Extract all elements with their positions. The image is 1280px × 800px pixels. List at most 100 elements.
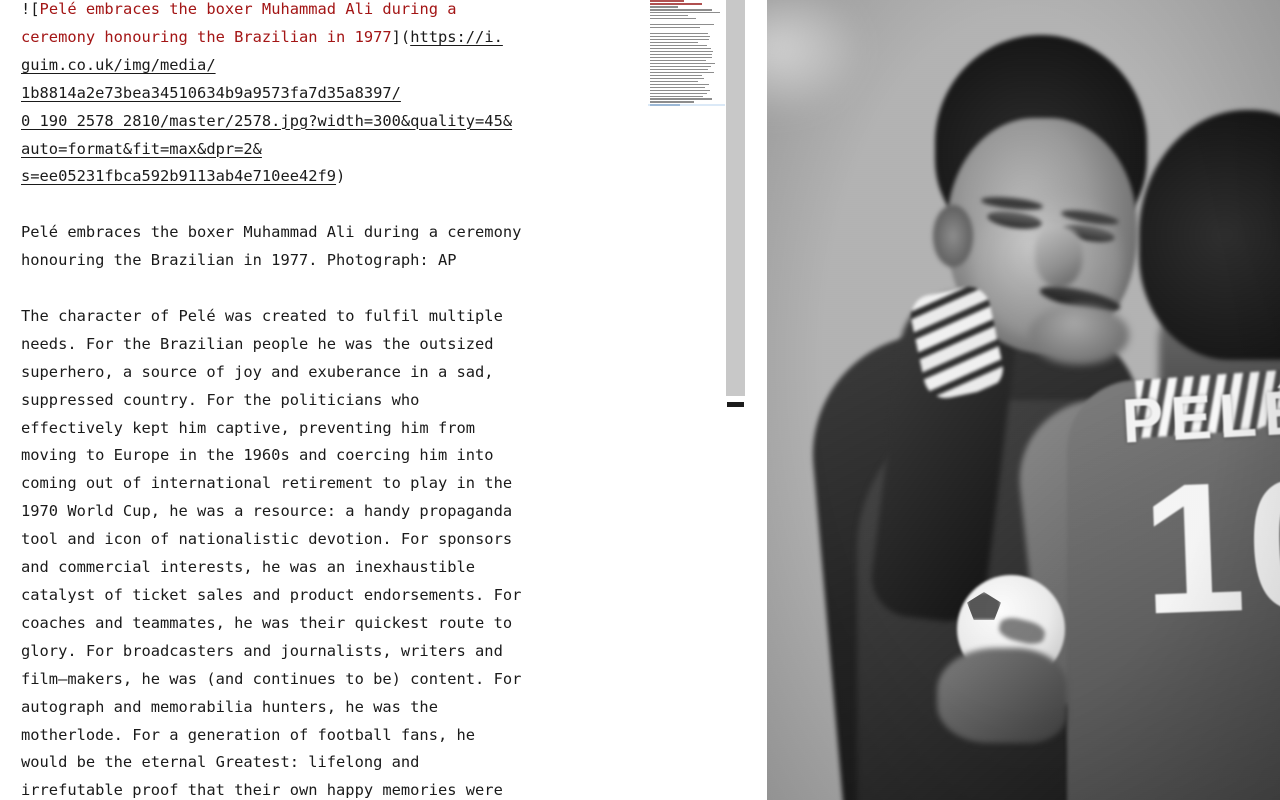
markdown-syntax: ](: [391, 27, 411, 46]
minimap-row[interactable]: [648, 2, 725, 5]
editor-line[interactable]: 1970 World Cup, he was a resource: a han…: [21, 498, 641, 526]
minimap-row[interactable]: [648, 50, 725, 53]
minimap-row[interactable]: [648, 86, 725, 89]
paragraph-text: autograph and memorabilia hunters, he wa…: [21, 697, 438, 716]
minimap-row[interactable]: [648, 26, 725, 29]
editor-line[interactable]: s=ee05231fbca592b9113ab4e710ee42f9): [21, 163, 641, 191]
paragraph-text: catalyst of ticket sales and product end…: [21, 586, 522, 604]
paragraph-text: tool and icon of nationalistic devotion.…: [21, 530, 513, 549]
minimap-row[interactable]: [648, 80, 725, 83]
minimap-row[interactable]: [648, 11, 725, 14]
minimap-line: [650, 98, 712, 101]
editor-line[interactable]: The character of Pelé was created to ful…: [21, 303, 641, 331]
minimap-row[interactable]: [648, 71, 725, 74]
paragraph-text: needs. For the Brazilian people he was t…: [21, 334, 494, 353]
editor-line[interactable]: irrefutable proof that their own happy m…: [21, 777, 641, 800]
editor-line[interactable]: coaches and teammates, he was their quic…: [21, 610, 641, 638]
markdown-url[interactable]: s=ee05231fbca592b9113ab4e710ee42f9: [21, 167, 336, 185]
markdown-link-label: ceremony honouring the Brazilian in 1977: [21, 27, 392, 46]
minimap-row[interactable]: [648, 41, 725, 44]
editor-line[interactable]: 0_190_2578_2810/master/2578.jpg?width=30…: [21, 108, 641, 136]
scrollbar-position-marker[interactable]: [727, 402, 744, 407]
minimap-line: [650, 104, 680, 106]
editor-line[interactable]: ![Pelé embraces the boxer Muhammad Ali d…: [21, 0, 641, 24]
editor-line[interactable]: honouring the Brazilian in 1977. Photogr…: [21, 247, 641, 275]
markdown-editor-pane[interactable]: ![Pelé embraces the boxer Muhammad Ali d…: [0, 0, 648, 800]
minimap-row[interactable]: [648, 38, 725, 41]
minimap-row[interactable]: [648, 32, 725, 35]
editor-line[interactable]: and commercial interests, he was an inex…: [21, 554, 641, 582]
minimap-row[interactable]: [648, 56, 725, 59]
editor-line[interactable]: needs. For the Brazilian people he was t…: [21, 331, 641, 359]
editor-line[interactable]: auto=format&fit=max&dpr=2&: [21, 136, 641, 164]
minimap-line: [650, 35, 710, 38]
markdown-url[interactable]: https://i.: [410, 28, 503, 46]
markdown-url[interactable]: auto=format&fit=max&dpr=2&: [21, 140, 262, 158]
app-root: ![Pelé embraces the boxer Muhammad Ali d…: [0, 0, 1280, 800]
minimap-row[interactable]: [648, 23, 725, 26]
editor-vertical-scrollbar[interactable]: [726, 0, 745, 800]
minimap-row[interactable]: [648, 35, 725, 38]
hand-holding-football: [937, 648, 1067, 743]
minimap-row[interactable]: [648, 0, 725, 2]
editor-line[interactable]: superhero, a source of joy and exuberanc…: [21, 359, 641, 387]
minimap-row[interactable]: [648, 101, 725, 104]
editor-line[interactable]: catalyst of ticket sales and product end…: [21, 582, 641, 610]
paragraph-text: film—makers, he was (and continues to be…: [21, 669, 522, 688]
minimap-row[interactable]: [648, 74, 725, 77]
minimap-row[interactable]: [648, 53, 725, 56]
minimap-row[interactable]: [648, 92, 725, 95]
editor-line[interactable]: autograph and memorabilia hunters, he wa…: [21, 694, 641, 722]
editor-line[interactable]: film—makers, he was (and continues to be…: [21, 666, 641, 694]
editor-line[interactable]: Pelé embraces the boxer Muhammad Ali dur…: [21, 219, 641, 247]
minimap-line: [650, 5, 678, 8]
image-preview-pane[interactable]: PELÉ 10: [767, 0, 1280, 800]
markdown-url[interactable]: 0_190_2578_2810/master/2578.jpg?width=30…: [21, 112, 512, 130]
editor-line[interactable]: ceremony honouring the Brazilian in 1977…: [21, 24, 641, 52]
paragraph-text: superhero, a source of joy and exuberanc…: [21, 362, 494, 381]
minimap-row[interactable]: [648, 65, 725, 68]
editor-text-content[interactable]: ![Pelé embraces the boxer Muhammad Ali d…: [21, 0, 641, 800]
minimap-row[interactable]: [648, 68, 725, 71]
minimap-row[interactable]: [648, 77, 725, 80]
minimap-row[interactable]: [648, 98, 725, 101]
minimap-row[interactable]: [648, 89, 725, 92]
minimap-row[interactable]: [648, 95, 725, 98]
minimap-row[interactable]: [648, 83, 725, 86]
minimap-row[interactable]: [648, 62, 725, 65]
editor-line[interactable]: effectively kept him captive, preventing…: [21, 415, 641, 443]
markdown-url[interactable]: guim.co.uk/img/media/: [21, 56, 216, 74]
editor-line[interactable]: would be the eternal Greatest: lifelong …: [21, 749, 641, 777]
pane-splitter[interactable]: [745, 0, 767, 800]
editor-line[interactable]: [21, 275, 641, 303]
minimap-line: [650, 77, 704, 80]
editor-minimap[interactable]: [648, 0, 725, 800]
editor-line[interactable]: guim.co.uk/img/media/: [21, 52, 641, 80]
minimap-row[interactable]: [648, 17, 725, 20]
editor-line[interactable]: motherlode. For a generation of football…: [21, 722, 641, 750]
editor-line[interactable]: suppressed country. For the politicians …: [21, 387, 641, 415]
editor-line[interactable]: glory. For broadcasters and journalists,…: [21, 638, 641, 666]
minimap-row[interactable]: [648, 47, 725, 50]
minimap-row[interactable]: [648, 21, 725, 23]
minimap-row[interactable]: [648, 5, 725, 8]
editor-line[interactable]: 1b8814a2e73bea34510634b9a9573fa7d35a8397…: [21, 80, 641, 108]
minimap-row[interactable]: [648, 14, 725, 17]
markdown-url[interactable]: 1b8814a2e73bea34510634b9a9573fa7d35a8397…: [21, 84, 401, 102]
ali-chin: [1029, 305, 1129, 365]
editor-line[interactable]: coming out of international retirement t…: [21, 470, 641, 498]
minimap-row[interactable]: [648, 104, 725, 106]
minimap-row[interactable]: [648, 8, 725, 11]
editor-line[interactable]: [21, 191, 641, 219]
editor-line[interactable]: moving to Europe in the 1960s and coerci…: [21, 442, 641, 470]
minimap-line: [650, 95, 703, 98]
minimap-line: [650, 26, 700, 29]
minimap-row[interactable]: [648, 59, 725, 62]
minimap-line: [650, 17, 696, 20]
minimap-row[interactable]: [648, 44, 725, 47]
minimap-line: [650, 8, 712, 11]
scrollbar-thumb[interactable]: [726, 0, 745, 396]
ali-ear: [933, 205, 973, 267]
editor-line[interactable]: tool and icon of nationalistic devotion.…: [21, 526, 641, 554]
minimap-row[interactable]: [648, 30, 725, 32]
